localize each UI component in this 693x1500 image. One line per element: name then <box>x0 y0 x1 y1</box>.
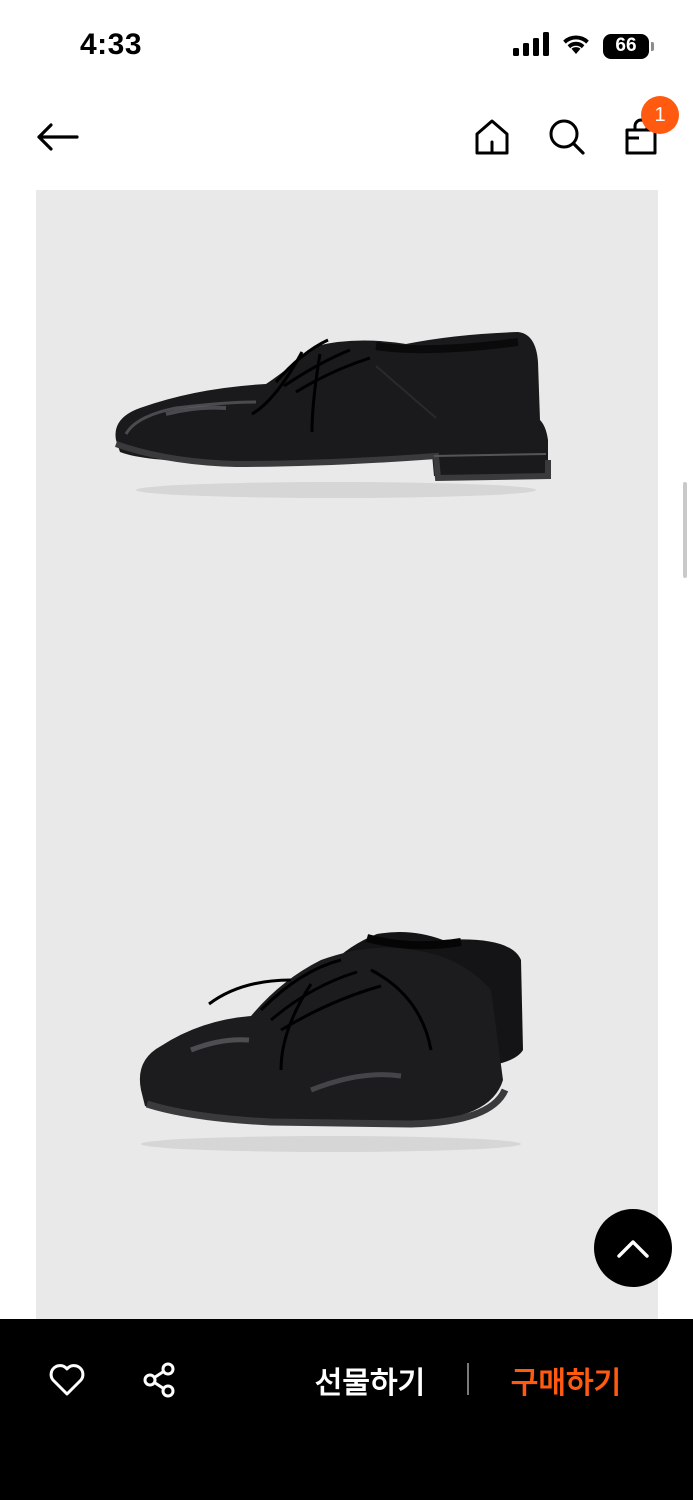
chevron-up-icon <box>617 1240 649 1258</box>
nav-header <box>0 96 693 180</box>
share-icon <box>143 1362 175 1398</box>
buy-button[interactable]: 구매하기 <box>498 1359 634 1401</box>
wifi-icon <box>561 32 591 61</box>
status-time: 4:33 <box>80 28 143 61</box>
arrow-left-icon <box>37 123 79 151</box>
search-button[interactable] <box>544 114 590 160</box>
product-image-gallery[interactable] <box>36 190 658 1320</box>
status-icons: 66 <box>513 31 654 61</box>
home-button[interactable] <box>469 114 515 160</box>
share-button[interactable] <box>138 1359 180 1401</box>
bottom-action-bar: 선물하기 구매하기 <box>0 1319 693 1500</box>
shoe-side-image <box>114 332 551 498</box>
gift-button[interactable]: 선물하기 <box>300 1359 440 1401</box>
wishlist-button[interactable] <box>46 1359 88 1401</box>
heart-icon <box>49 1364 85 1396</box>
home-icon <box>475 119 509 155</box>
battery-level: 66 <box>615 35 637 56</box>
battery-icon: 66 <box>603 33 654 59</box>
scroll-to-top-button[interactable] <box>594 1209 672 1287</box>
scroll-indicator[interactable] <box>683 482 687 578</box>
search-icon <box>549 119 585 155</box>
divider <box>467 1363 469 1395</box>
back-button[interactable] <box>30 114 84 160</box>
signal-icon <box>513 31 549 61</box>
cart-count-badge: 1 <box>641 96 679 134</box>
status-bar: 4:33 66 <box>0 0 693 92</box>
shoe-pair-image <box>139 932 523 1152</box>
